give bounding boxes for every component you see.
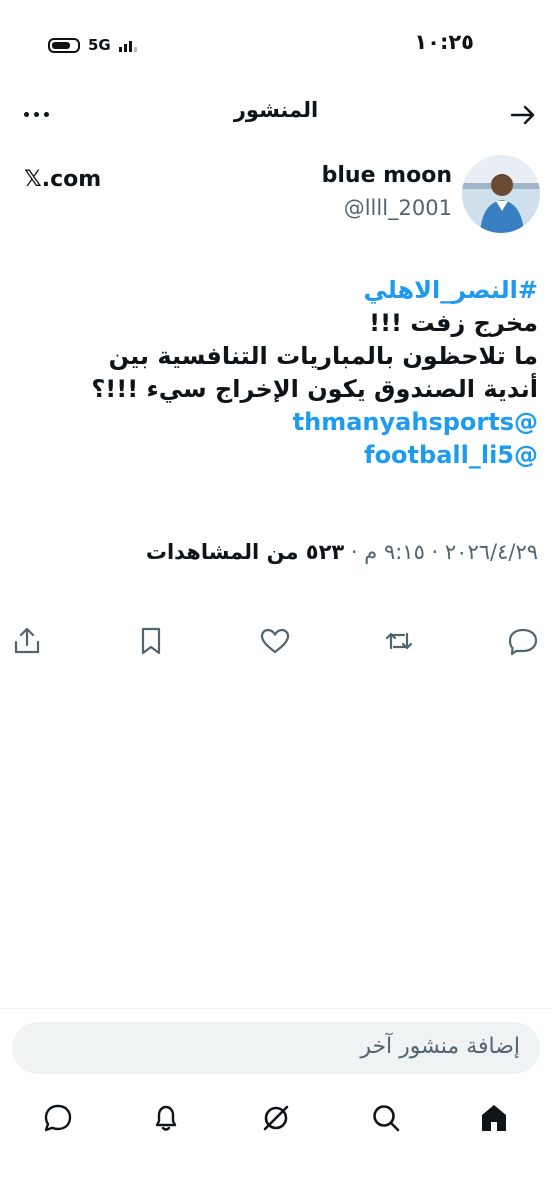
home-icon[interactable] [476,1100,512,1136]
grok-icon[interactable] [258,1100,294,1136]
status-icons: 5G [48,36,137,54]
mention-link[interactable]: @thmanyahsports [14,406,538,439]
post-datetime: ٢٠٢٦/٤/٢٩ · ٩:١٥ م · [344,540,538,564]
back-arrow-icon[interactable] [508,100,538,130]
notifications-icon[interactable] [148,1100,184,1136]
reply-placeholder: إضافة منشور آخر [360,1034,520,1059]
more-icon[interactable] [24,112,49,117]
signal-icon [118,39,137,52]
post-line: أندية الصندوق يكون الإخراج سيء !!!؟ [91,375,538,403]
display-name[interactable]: blue moon [322,163,452,188]
page-title: المنشور [233,98,319,122]
views-count: ٥٢٣ [305,540,345,564]
like-icon[interactable] [258,624,292,658]
search-icon[interactable] [368,1100,404,1136]
reply-input[interactable]: إضافة منشور آخر [12,1022,540,1074]
mention-link[interactable]: @football_li5 [14,439,538,472]
messages-icon[interactable] [40,1100,76,1136]
post-line: ما تلاحظون بالمباريات التنافسية بين [108,342,538,370]
post-line: مخرج زفت !!! [369,309,538,337]
repost-icon[interactable] [382,624,416,658]
post-meta: ٢٠٢٦/٤/٢٩ · ٩:١٥ م · ٥٢٣ من المشاهدات [146,540,538,564]
battery-icon [48,37,80,53]
views-label[interactable]: من المشاهدات [146,540,306,564]
bookmark-icon[interactable] [134,624,168,658]
hashtag-link[interactable]: #النصر_الاهلي [14,274,538,307]
user-handle[interactable]: @llll_2001 [344,196,452,220]
post-text: #النصر_الاهلي مخرج زفت !!! ما تلاحظون با… [14,274,538,472]
network-label: 5G [88,36,111,54]
status-time: ١٠:٢٥ [414,30,474,54]
share-icon[interactable] [10,624,44,658]
reply-icon[interactable] [506,624,540,658]
divider [0,1008,552,1009]
avatar[interactable] [462,155,540,233]
source-link[interactable]: 𝕏.com [24,167,101,192]
